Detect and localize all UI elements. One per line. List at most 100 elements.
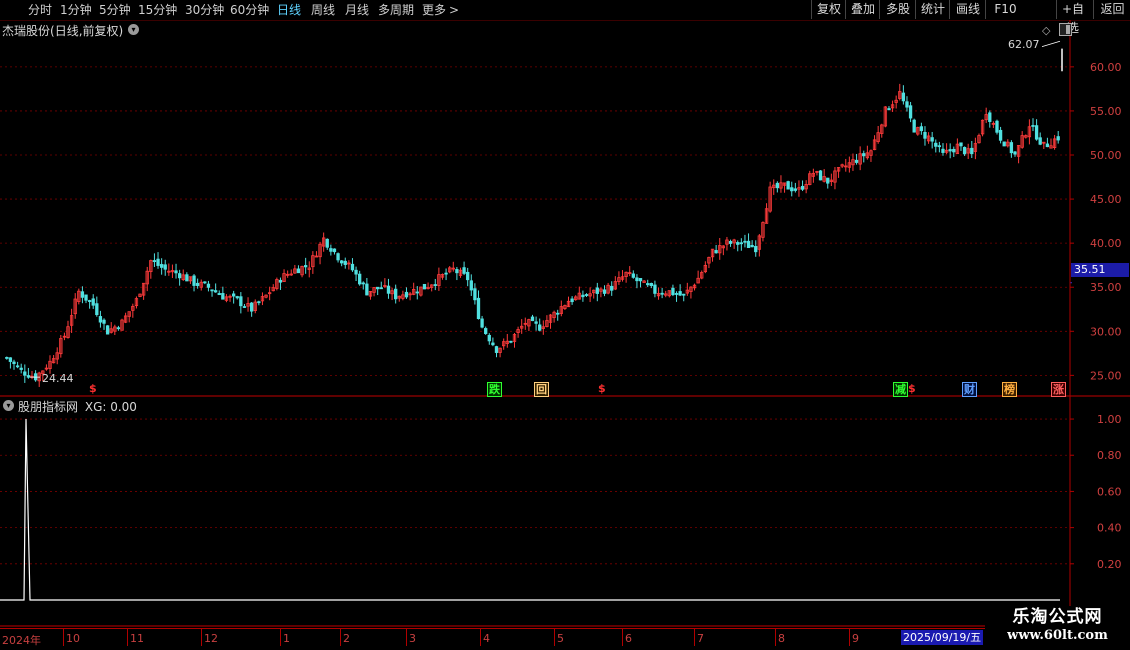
period-tab[interactable]: 30分钟 [185, 2, 224, 18]
candle-body [231, 293, 236, 297]
watermark-title: 乐淘公式网 [1012, 607, 1103, 627]
chart-area[interactable]: 25.00 30.00 35.00 40.00 45.00 50.00 55.00 60.00… [0, 20, 1130, 650]
toolbar-button[interactable]: +自选 [1056, 0, 1089, 35]
candle-body [12, 361, 16, 364]
candle-body [934, 142, 938, 147]
candle-body [930, 137, 934, 142]
candle-body [800, 185, 805, 190]
low-price-label: 24.44 [42, 372, 74, 385]
candle-body [1038, 137, 1042, 145]
candle-body [674, 293, 679, 295]
period-tab[interactable]: 更多 [422, 2, 446, 18]
candle-body [177, 273, 182, 279]
candle-body [91, 298, 95, 306]
x-tick-label: 10 [66, 632, 80, 645]
candle-body [473, 288, 477, 301]
signal-marker: 减 [893, 382, 908, 397]
candle-body [358, 273, 362, 285]
x-tick-label: 6 [625, 632, 632, 645]
candle-body [174, 270, 178, 274]
candle-body [303, 265, 308, 268]
candle-body [340, 260, 344, 264]
candle-body [988, 112, 992, 122]
indicator-y-tick-label: 1.00 [1097, 413, 1122, 426]
candle-body [952, 148, 956, 153]
candle-body [919, 126, 924, 132]
candle-body [116, 327, 121, 330]
candle-body [404, 291, 409, 298]
panel-toggle-icon[interactable] [1059, 23, 1072, 36]
candle-body [739, 242, 743, 245]
x-tick-label: 11 [130, 632, 144, 645]
indicator-lines [0, 419, 1060, 601]
x-tick-label: 1 [283, 632, 290, 645]
toolbar-button[interactable]: 返回 [1093, 0, 1130, 19]
candle-body [203, 281, 207, 284]
candle-body [195, 282, 200, 286]
x-tick [849, 628, 850, 646]
period-tab[interactable]: 多周期 [378, 2, 414, 18]
candle-body [433, 284, 437, 286]
candle-body [660, 292, 664, 295]
candle-body [95, 303, 99, 316]
period-tab[interactable]: 60分钟 [230, 2, 269, 18]
y-tick-label: 55.00 [1090, 105, 1122, 118]
watermark-logo: 乐淘公式网 www.60lt.com [985, 606, 1130, 650]
candle-body [462, 267, 466, 274]
x-tick [63, 628, 64, 646]
candle-body [602, 289, 607, 294]
candle-body [480, 318, 484, 328]
candle-body [296, 268, 301, 274]
candle-body [595, 287, 599, 294]
candle-body [213, 290, 218, 293]
candle-body [714, 250, 718, 254]
candle-body [422, 283, 427, 290]
high-price-label: 62.07 [1008, 38, 1040, 51]
signal-marker: $ [89, 382, 97, 395]
x-tick-label: 3 [409, 632, 416, 645]
indicator-options-icon[interactable]: ▾ [3, 400, 14, 411]
candle-body [948, 149, 952, 152]
period-tab[interactable]: 5分钟 [99, 2, 131, 18]
period-tab[interactable]: 1分钟 [60, 2, 92, 18]
candle-body [610, 285, 614, 291]
x-axis-line [0, 628, 1130, 629]
more-arrow-icon[interactable]: > [449, 2, 459, 18]
candle-body [995, 120, 999, 133]
candle-body [217, 293, 221, 296]
period-tab[interactable]: 日线 [277, 2, 301, 18]
candle-body [793, 188, 798, 191]
candle-body [159, 264, 164, 268]
toolbar-button[interactable]: 统计 [915, 0, 950, 19]
candle-body [469, 280, 473, 291]
indicator-value: XG: 0.00 [84, 400, 137, 414]
period-tab[interactable]: 月线 [345, 2, 369, 18]
period-tab[interactable]: 15分钟 [138, 2, 177, 18]
xg-series-line [0, 419, 1060, 601]
candle-body [818, 170, 823, 181]
toolbar-button[interactable]: 画线 [949, 0, 986, 19]
x-tick [280, 628, 281, 646]
toolbar-button[interactable]: 多股 [879, 0, 916, 19]
candle-body [156, 258, 160, 266]
diamond-icon[interactable]: ◇ [1042, 24, 1050, 37]
period-tab[interactable]: 分时 [28, 2, 52, 18]
indicator-name: 股朋指标网 [18, 400, 79, 414]
x-tick [554, 628, 555, 646]
candle-body [923, 131, 927, 139]
candle-body [570, 298, 574, 303]
toolbar-button[interactable]: 叠加 [845, 0, 880, 19]
candle-body [775, 182, 780, 189]
chart-options-icon[interactable]: ▾ [128, 24, 139, 35]
period-tab[interactable]: 周线 [311, 2, 335, 18]
toolbar-button[interactable]: F10 [985, 0, 1025, 19]
x-tick [340, 628, 341, 646]
toolbar-button[interactable]: 复权 [811, 0, 846, 19]
candle-body [631, 273, 635, 278]
candle-body [185, 274, 189, 282]
candle-body [26, 375, 31, 378]
candle-body [249, 302, 254, 312]
y-tick-label: 25.00 [1090, 369, 1122, 382]
candle-body [8, 357, 13, 362]
candle-body [854, 159, 859, 163]
